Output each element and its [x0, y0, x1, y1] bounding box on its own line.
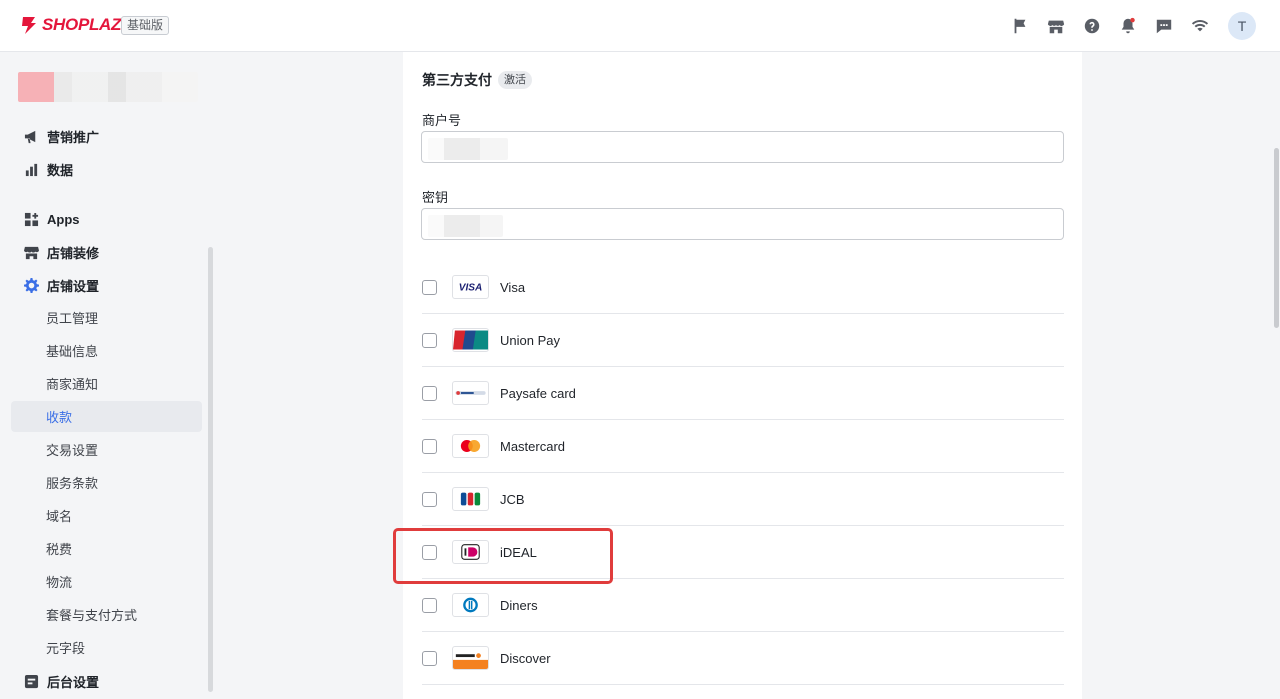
method-checkbox[interactable]: [422, 491, 437, 507]
method-row-mastercard[interactable]: Mastercard: [422, 420, 1064, 473]
sidebar-item-store-design[interactable]: 店铺装修: [11, 237, 202, 267]
sidebar-sub-payments[interactable]: 收款: [11, 401, 202, 432]
method-checkbox[interactable]: [422, 279, 437, 295]
sidebar-item-label: 店铺设置: [47, 278, 100, 294]
wifi-icon[interactable]: [1190, 16, 1210, 36]
store-icon[interactable]: [1046, 16, 1066, 36]
bar-chart-icon: [23, 161, 39, 177]
flag-icon[interactable]: [1010, 16, 1030, 36]
sidebar-sub-staff[interactable]: 员工管理: [11, 302, 202, 333]
sidebar: 营销推广 数据 Apps 店铺装修 店铺设置 员工管理 基础信息 商家通知 收款…: [0, 52, 213, 699]
status-badge: 激活: [498, 71, 532, 89]
secret-key-label: 密钥: [422, 190, 449, 205]
sidebar-sub-checkout[interactable]: 交易设置: [11, 434, 202, 465]
method-name: JCB: [500, 491, 525, 507]
method-checkbox[interactable]: [422, 438, 437, 454]
discover-logo-icon: [452, 646, 489, 670]
sidebar-sub-notifications[interactable]: 商家通知: [11, 368, 202, 399]
method-row-visa[interactable]: VISA Visa: [422, 261, 1064, 314]
sidebar-item-label: 后台设置: [47, 674, 100, 690]
method-name: Union Pay: [500, 332, 560, 348]
third-party-payment-card: 第三方支付 激活 商户号 密钥 VISA Visa Union Pay Pays…: [403, 52, 1082, 699]
sidebar-item-store-settings[interactable]: 店铺设置: [11, 270, 202, 300]
page-scrollbar[interactable]: [1274, 148, 1279, 328]
sidebar-item-label: 数据: [47, 162, 74, 178]
sidebar-sub-metafields[interactable]: 元字段: [11, 632, 202, 663]
sidebar-item-apps[interactable]: Apps: [11, 204, 202, 234]
mastercard-logo-icon: [452, 434, 489, 458]
store-icon: [23, 244, 39, 260]
sidebar-sub-domains[interactable]: 域名: [11, 500, 202, 531]
sidebar-item-marketing[interactable]: 营销推广: [11, 121, 202, 151]
method-row-discover[interactable]: Discover: [422, 632, 1064, 685]
method-name: Paysafe card: [500, 385, 576, 401]
sidebar-item-label: Apps: [47, 211, 80, 227]
diners-logo-icon: [452, 593, 489, 617]
method-row-paysafecard[interactable]: Paysafe card: [422, 367, 1064, 420]
sidebar-sub-terms[interactable]: 服务条款: [11, 467, 202, 498]
sidebar-item-data[interactable]: 数据: [11, 154, 202, 184]
merchant-id-input[interactable]: [421, 131, 1064, 163]
method-name: Mastercard: [500, 438, 566, 454]
sidebar-sub-plan[interactable]: 套餐与支付方式: [11, 599, 202, 630]
store-name-blurred[interactable]: [18, 72, 198, 102]
admin-icon: [23, 673, 39, 689]
card-title: 第三方支付 激活: [422, 70, 532, 90]
visa-logo-icon: VISA: [452, 275, 489, 299]
plan-badge: 基础版: [121, 16, 170, 35]
secret-key-input[interactable]: [421, 208, 1064, 240]
method-name: Diners: [500, 597, 538, 613]
unionpay-logo-icon: [452, 328, 489, 352]
sidebar-sub-taxes[interactable]: 税费: [11, 533, 202, 564]
sidebar-sub-shipping[interactable]: 物流: [11, 566, 202, 597]
user-avatar[interactable]: T: [1228, 12, 1256, 40]
secret-key-blurred: [428, 215, 503, 237]
message-icon[interactable]: [1154, 16, 1174, 36]
sidebar-item-label: 营销推广: [47, 129, 100, 145]
method-name: Discover: [500, 650, 551, 666]
method-row-jcb[interactable]: JCB: [422, 473, 1064, 526]
method-checkbox[interactable]: [422, 385, 437, 401]
svg-text:VISA: VISA: [459, 283, 483, 294]
merchant-id-label: 商户号: [422, 113, 462, 128]
method-checkbox[interactable]: [422, 650, 437, 666]
card-title-text: 第三方支付: [422, 72, 492, 88]
method-checkbox[interactable]: [422, 332, 437, 348]
top-bar: SHOPLAZZA 基础版 T: [0, 0, 1280, 52]
top-icons: T: [994, 12, 1256, 40]
jcb-logo-icon: [452, 487, 489, 511]
help-icon[interactable]: [1082, 16, 1102, 36]
method-name: Visa: [500, 279, 526, 295]
paysafecard-logo-icon: [452, 381, 489, 405]
method-row-unionpay[interactable]: Union Pay: [422, 314, 1064, 367]
sidebar-item-admin-settings[interactable]: 后台设置: [11, 666, 202, 696]
sidebar-sub-basic-info[interactable]: 基础信息: [11, 335, 202, 366]
ideal-highlight-box: [393, 528, 613, 584]
shoplazza-logo-icon: [22, 17, 36, 34]
merchant-id-blurred: [428, 138, 508, 160]
gear-icon: [23, 277, 39, 293]
sidebar-scrollbar[interactable]: [208, 247, 213, 692]
apps-icon: [23, 211, 39, 227]
megaphone-icon: [23, 128, 39, 144]
method-row-diners[interactable]: Diners: [422, 579, 1064, 632]
method-checkbox[interactable]: [422, 597, 437, 613]
sidebar-item-label: 店铺装修: [47, 245, 100, 261]
notification-bell-icon[interactable]: [1118, 16, 1138, 36]
